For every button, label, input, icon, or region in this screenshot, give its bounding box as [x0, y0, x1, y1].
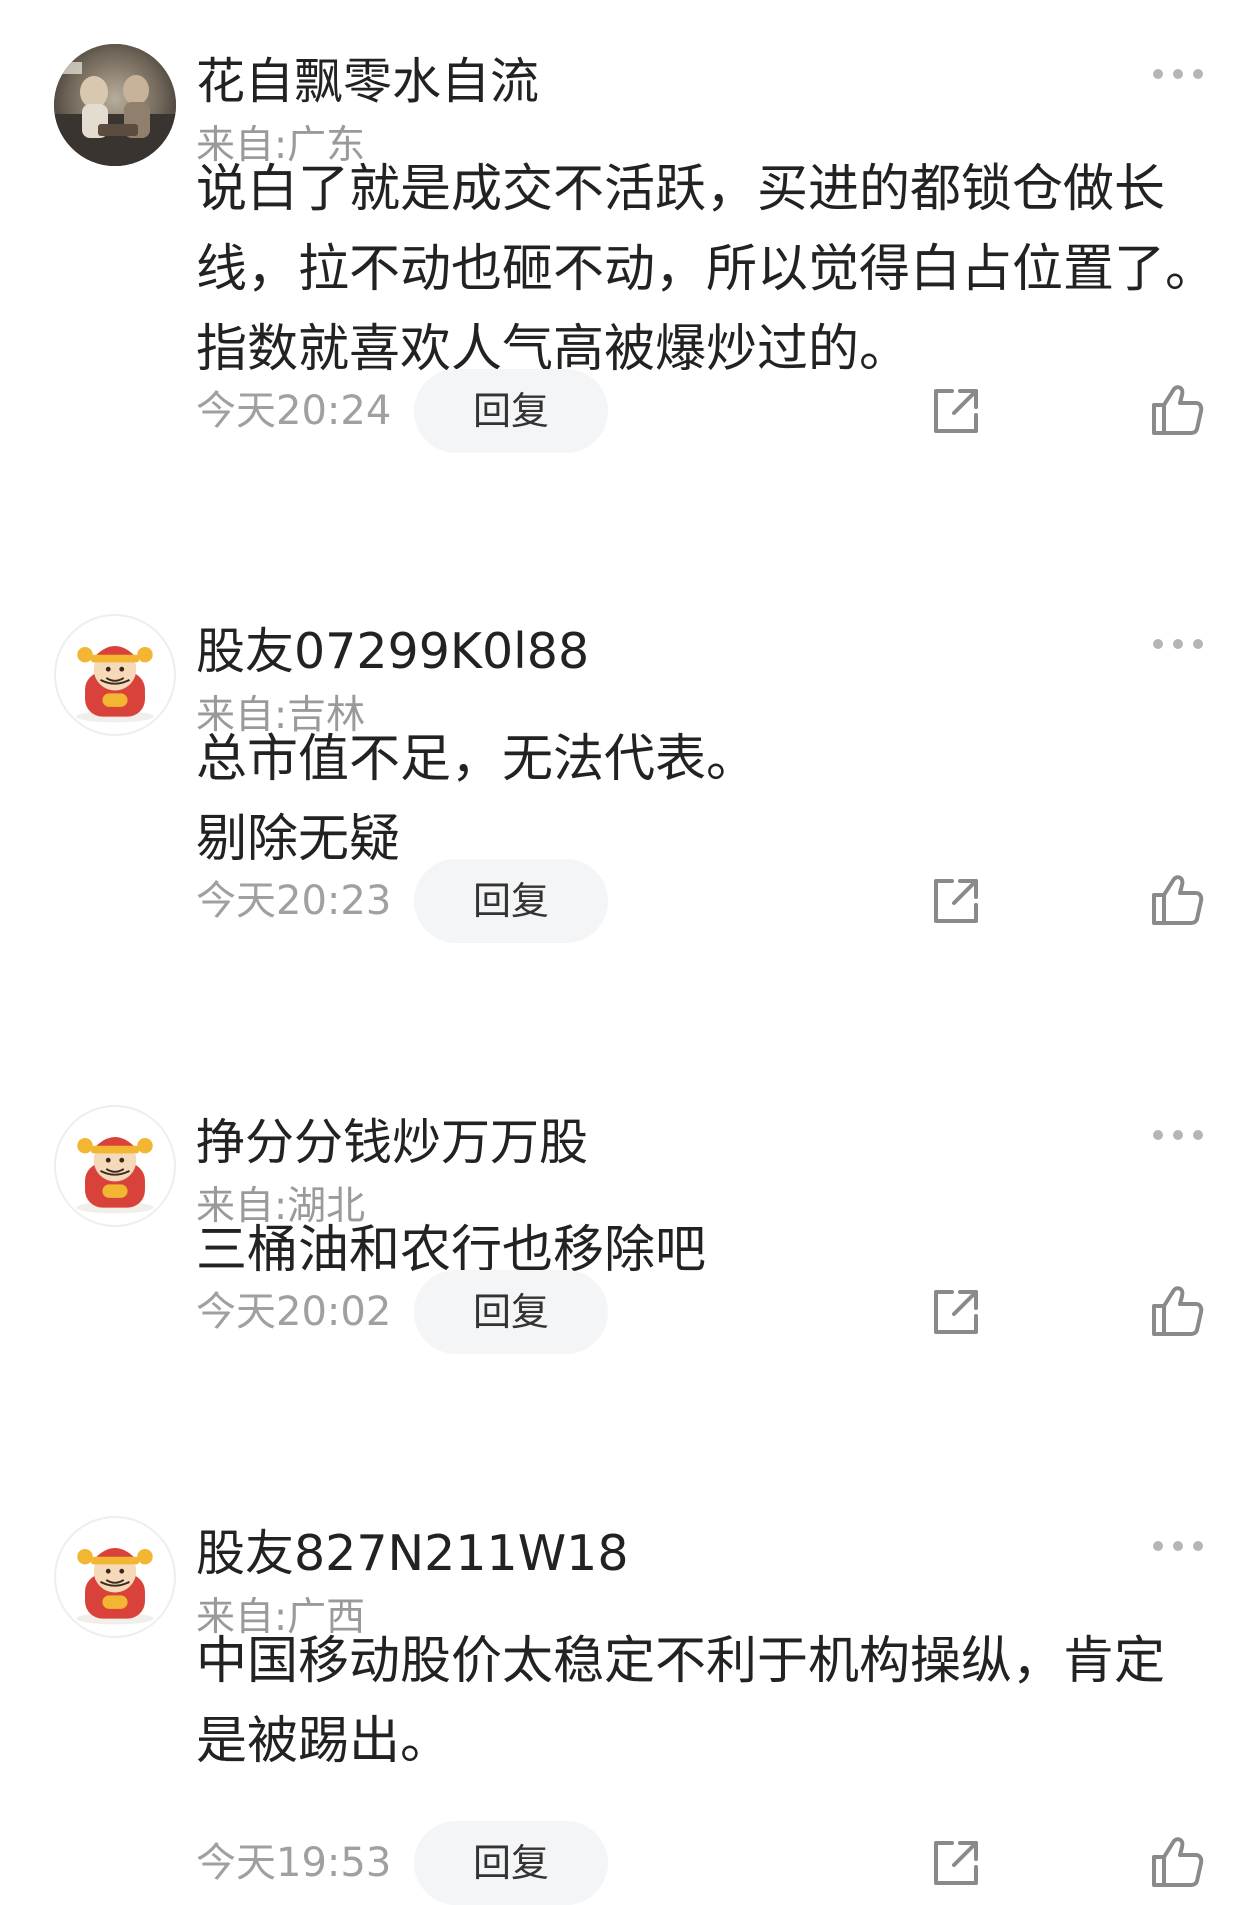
username[interactable]: 挣分分钱炒万万股	[196, 1113, 588, 1173]
thumbs-up-icon[interactable]	[1150, 383, 1204, 437]
comment-text-line: 总市值不足，无法代表。	[196, 730, 758, 789]
comment-text: 三桶油和农行也移除吧	[196, 1211, 1236, 1291]
avatar[interactable]	[54, 1105, 176, 1227]
avatar[interactable]	[54, 1516, 176, 1638]
caishen-avatar-image	[76, 1547, 154, 1625]
caishen-avatar-image	[76, 1136, 154, 1214]
thumbs-up-icon[interactable]	[1150, 1835, 1204, 1889]
avatar-photo-image	[54, 44, 176, 166]
timestamp: 今天20:24	[196, 388, 392, 434]
comment-item: 花自飘零水自流 来自:广东 说白了就是成交不活跃，买进的都锁仓做长 线，拉不动也…	[0, 44, 1260, 544]
username[interactable]: 花自飘零水自流	[196, 52, 539, 112]
timestamp: 今天20:23	[196, 878, 392, 924]
comment-item: 股友827N211W18 来自:广西 中国移动股价太稳定不利于机构操纵，肯定 是…	[0, 1516, 1260, 1905]
reply-button[interactable]: 回复	[414, 369, 608, 453]
timestamp: 今天19:53	[196, 1840, 392, 1886]
comment-text-line: 指数就喜欢人气高被爆炒过的。	[196, 320, 911, 379]
caishen-avatar-image	[76, 645, 154, 723]
more-dots-icon[interactable]	[1150, 62, 1206, 86]
comment-text: 总市值不足，无法代表。 剔除无疑	[196, 720, 1236, 880]
comment-text-line: 剔除无疑	[196, 810, 401, 869]
comment-text-line: 说白了就是成交不活跃，买进的都锁仓做长	[196, 160, 1166, 219]
share-icon[interactable]	[930, 1837, 982, 1889]
thumbs-up-icon[interactable]	[1150, 1284, 1204, 1338]
share-icon[interactable]	[930, 1286, 982, 1338]
comment-text: 中国移动股价太稳定不利于机构操纵，肯定 是被踢出。	[196, 1622, 1236, 1782]
thumbs-up-icon[interactable]	[1150, 873, 1204, 927]
avatar[interactable]	[54, 614, 176, 736]
reply-button[interactable]: 回复	[414, 1821, 608, 1905]
username[interactable]: 股友827N211W18	[196, 1524, 629, 1584]
username[interactable]: 股友07299K0l88	[196, 622, 589, 682]
timestamp: 今天20:02	[196, 1289, 392, 1335]
comment-text-line: 线，拉不动也砸不动，所以觉得白占位置了。	[196, 240, 1217, 299]
reply-button[interactable]: 回复	[414, 1270, 608, 1354]
share-icon[interactable]	[930, 385, 982, 437]
more-dots-icon[interactable]	[1150, 1534, 1206, 1558]
comment-item: 股友07299K0l88 来自:吉林 总市值不足，无法代表。 剔除无疑 今天20…	[0, 614, 1260, 1054]
share-icon[interactable]	[930, 875, 982, 927]
comment-text-line: 三桶油和农行也移除吧	[196, 1221, 707, 1280]
reply-button[interactable]: 回复	[414, 859, 608, 943]
comment-item: 挣分分钱炒万万股 来自:湖北 三桶油和农行也移除吧 今天20:02 回复	[0, 1105, 1260, 1465]
comment-text-line: 是被踢出。	[196, 1712, 452, 1771]
comment-text-line: 中国移动股价太稳定不利于机构操纵，肯定	[196, 1632, 1166, 1691]
avatar[interactable]	[54, 44, 176, 166]
comment-text: 说白了就是成交不活跃，买进的都锁仓做长 线，拉不动也砸不动，所以觉得白占位置了。…	[196, 150, 1236, 390]
more-dots-icon[interactable]	[1150, 632, 1206, 656]
comment-list: 花自飘零水自流 来自:广东 说白了就是成交不活跃，买进的都锁仓做长 线，拉不动也…	[0, 0, 1260, 1905]
more-dots-icon[interactable]	[1150, 1123, 1206, 1147]
